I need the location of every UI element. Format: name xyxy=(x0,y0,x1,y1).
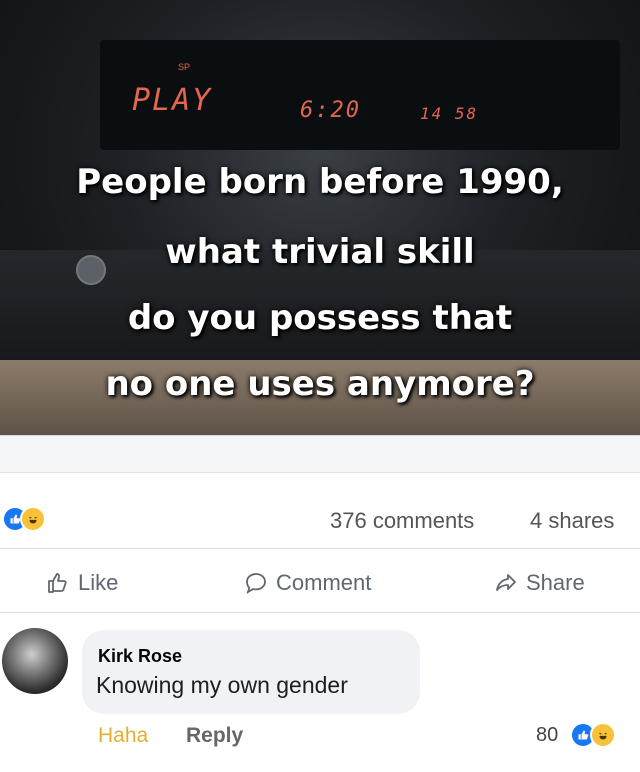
thumbs-up-icon xyxy=(48,573,67,593)
comment-text: Knowing my own gender xyxy=(96,672,348,698)
comment-button[interactable]: Comment xyxy=(244,570,371,596)
vcr-counter-text: 14 58 xyxy=(420,104,479,123)
post-stats: 376 comments 4 shares xyxy=(0,500,640,536)
vcr-time-text: 6:20 xyxy=(300,98,361,123)
comments-divider xyxy=(0,612,640,613)
comment-reaction-count[interactable]: 80 xyxy=(536,724,558,747)
avatar[interactable] xyxy=(2,628,68,694)
post-image[interactable]: SP PLAY 6:20 14 58 People born before 19… xyxy=(0,0,640,435)
overlay-text-line-2: what trivial skill xyxy=(165,232,475,272)
vcr-sp-indicator: SP xyxy=(178,62,191,72)
comment-label: Comment xyxy=(276,570,372,595)
haha-reaction-icon[interactable] xyxy=(20,506,46,532)
overlay-text-line-4: no one uses anymore? xyxy=(105,364,535,404)
haha-reaction-link[interactable]: Haha xyxy=(98,724,148,748)
like-label: Like xyxy=(78,570,119,595)
overlay-text-line-1: People born before 1990, xyxy=(76,162,564,202)
reply-link[interactable]: Reply xyxy=(186,724,243,748)
comment-bubble-icon xyxy=(246,573,266,594)
comment-bubble: Kirk Rose Knowing my own gender xyxy=(82,630,420,714)
overlay-text-line-3: do you possess that xyxy=(127,298,513,338)
share-button[interactable]: Share xyxy=(494,570,585,596)
vcr-play-text: PLAY xyxy=(132,83,213,118)
comments-count[interactable]: 376 comments xyxy=(330,508,474,534)
shares-count[interactable]: 4 shares xyxy=(530,508,614,534)
like-button[interactable]: Like xyxy=(46,570,118,596)
comment-haha-reaction-icon xyxy=(590,722,616,748)
actions-divider xyxy=(0,548,640,549)
share-arrow-icon xyxy=(496,574,516,591)
post-image-separator xyxy=(0,435,640,473)
share-label: Share xyxy=(526,570,585,595)
comment-author[interactable]: Kirk Rose xyxy=(98,646,182,667)
